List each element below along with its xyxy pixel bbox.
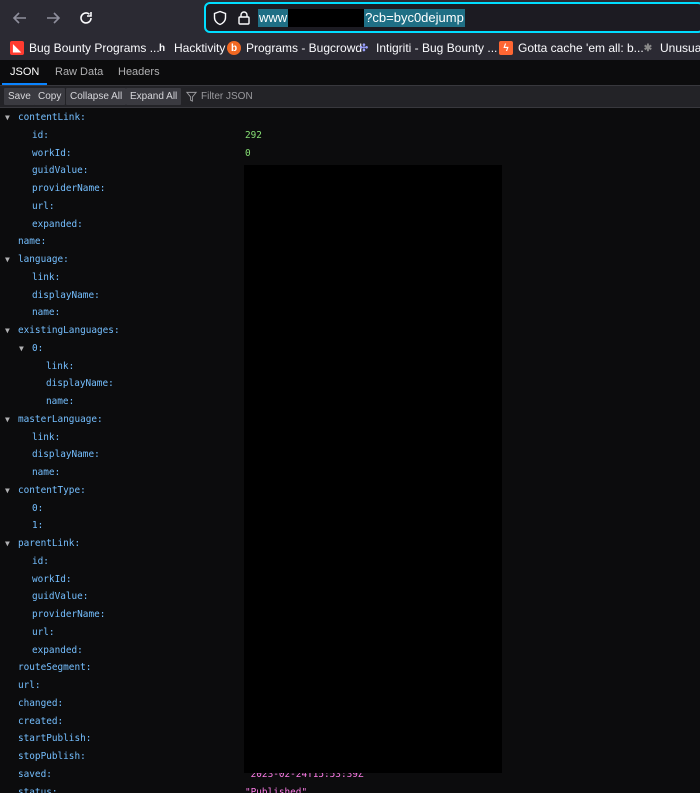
back-button[interactable] (8, 6, 32, 30)
bookmark-item[interactable]: ✣ Intigriti - Bug Bounty ... (357, 39, 498, 57)
json-key: 0: (32, 342, 44, 354)
expand-toggle-icon[interactable]: ▼ (5, 482, 10, 499)
json-key: expanded: (32, 644, 83, 656)
json-value: 292 (245, 129, 262, 141)
bookmark-label: Gotta cache 'em all: b... (518, 41, 644, 55)
json-key: link: (32, 271, 61, 283)
expand-all-button[interactable]: Expand All (126, 88, 182, 105)
filter-placeholder: Filter JSON (201, 91, 253, 102)
expand-toggle-icon[interactable]: ▼ (5, 535, 10, 552)
json-key: providerName: (32, 609, 106, 620)
json-key: workId: (32, 573, 72, 585)
json-key: name: (32, 307, 61, 319)
shield-icon[interactable] (212, 10, 228, 26)
expand-toggle-icon[interactable]: ▼ (19, 340, 24, 357)
json-row[interactable]: id: 292 (0, 127, 700, 144)
json-row[interactable]: status: "Published" (0, 784, 700, 793)
json-key: url: (32, 626, 55, 638)
json-key: link: (46, 360, 75, 372)
json-key: stopPublish: (18, 751, 86, 762)
tab-headers[interactable]: Headers (110, 60, 168, 85)
json-key: url: (18, 680, 41, 691)
bookmark-item[interactable]: ◣ Bug Bounty Programs ... (10, 39, 160, 57)
hackerone-icon: ◣ (10, 41, 24, 55)
bookmark-label: Intigriti - Bug Bounty ... (376, 41, 498, 55)
url-prefix: www (258, 9, 289, 27)
bookmark-label: Programs - Bugcrowd (246, 41, 363, 55)
intigriti-icon: ✣ (359, 42, 369, 54)
hackerone-h-icon: h (158, 42, 166, 54)
bookmark-item[interactable]: ϟ Gotta cache 'em all: b... (499, 39, 644, 57)
json-key: contentLink: (18, 112, 86, 123)
json-key: guidValue: (32, 591, 89, 603)
collapse-all-button[interactable]: Collapse All (66, 88, 127, 105)
expand-toggle-icon[interactable]: ▼ (5, 251, 10, 268)
json-key: id: (32, 129, 49, 141)
json-key: name: (18, 236, 47, 248)
url-text[interactable]: www ?cb=byc0dejump (258, 9, 465, 27)
json-key: url: (32, 200, 55, 212)
url-query: ?cb=byc0dejump (364, 9, 465, 27)
lock-icon[interactable] (236, 10, 252, 26)
bookmark-label: Unusual C (660, 41, 700, 55)
json-key: displayName: (46, 378, 114, 390)
tab-raw-data[interactable]: Raw Data (47, 60, 111, 85)
json-key: link: (32, 431, 61, 443)
bookmark-item[interactable]: h Hacktivity (155, 39, 225, 57)
json-key: routeSegment: (18, 662, 92, 674)
json-key: created: (18, 715, 64, 727)
expand-toggle-icon[interactable]: ▼ (5, 411, 10, 428)
bookmarks-toolbar: ◣ Bug Bounty Programs ... h Hacktivity b Prog… (0, 36, 700, 60)
tab-json[interactable]: JSON (2, 60, 48, 85)
json-key: existingLanguages: (18, 325, 120, 336)
json-key: saved: (18, 768, 52, 780)
json-key: displayName: (32, 449, 100, 461)
json-key: displayName: (32, 289, 100, 301)
json-key: changed: (18, 697, 64, 709)
expand-toggle-icon[interactable]: ▼ (5, 322, 10, 339)
url-redaction (288, 9, 365, 27)
json-value: "Published" (245, 786, 308, 793)
json-key: masterLanguage: (18, 413, 103, 425)
bookmark-label: Hacktivity (174, 41, 226, 55)
json-key: 1: (32, 520, 44, 532)
json-key: id: (32, 555, 49, 567)
arrow-left-icon (12, 12, 26, 24)
bookmark-item[interactable]: ✱ Unusual C (641, 39, 700, 57)
filter-icon (186, 91, 197, 102)
filter-json-input[interactable]: Filter JSON (186, 88, 253, 105)
json-key: expanded: (32, 218, 83, 230)
bookmark-item[interactable]: b Programs - Bugcrowd (227, 39, 362, 57)
portswigger-icon: ϟ (499, 41, 513, 55)
json-key: parentLink: (18, 538, 81, 549)
json-key: 0: (32, 502, 44, 514)
forward-button[interactable] (41, 6, 65, 30)
spider-icon: ✱ (643, 42, 653, 54)
browser-toolbar: www ?cb=byc0dejump (0, 0, 700, 36)
json-row[interactable]: ▼ contentLink: (0, 109, 700, 126)
json-key: language: (18, 254, 69, 265)
json-key: guidValue: (32, 165, 89, 177)
json-key: startPublish: (18, 733, 92, 745)
redaction-block (244, 165, 502, 773)
bugcrowd-icon: b (227, 41, 241, 55)
json-key: providerName: (32, 183, 106, 194)
json-toolbar: Save Copy Collapse All Expand All Filter… (0, 86, 700, 108)
json-key: name: (32, 467, 61, 478)
json-key: status: (18, 786, 58, 793)
expand-toggle-icon[interactable]: ▼ (5, 109, 10, 126)
json-viewer-tabs: JSON Raw Data Headers (0, 60, 700, 86)
copy-button[interactable]: Copy (34, 88, 66, 105)
json-key: workId: (32, 147, 72, 159)
reload-icon (80, 12, 92, 24)
arrow-right-icon (47, 12, 61, 24)
save-button[interactable]: Save (4, 88, 35, 105)
reload-button[interactable] (74, 6, 98, 30)
bookmark-label: Bug Bounty Programs ... (29, 41, 160, 55)
json-key: contentType: (18, 484, 86, 496)
address-bar[interactable]: www ?cb=byc0dejump (204, 2, 700, 33)
json-value: 0 (245, 147, 251, 159)
json-row[interactable]: workId: 0 (0, 145, 700, 162)
json-key: name: (46, 396, 75, 407)
